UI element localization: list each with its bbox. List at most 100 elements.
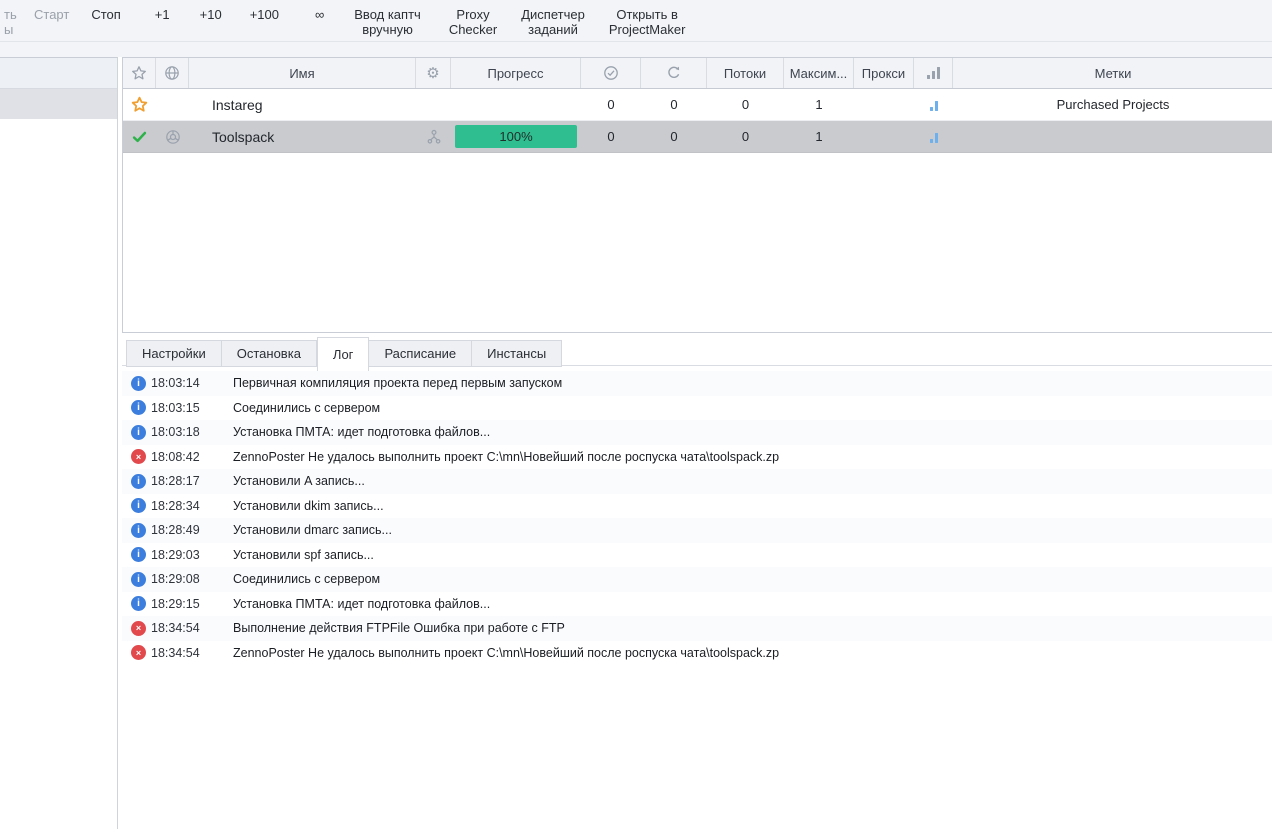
- projects-table-body: Instareg0001Purchased ProjectsToolspack1…: [123, 89, 1272, 153]
- error-icon: ×: [131, 645, 146, 660]
- column-header-progress[interactable]: Прогресс: [451, 58, 581, 88]
- cell-retries: 0: [641, 121, 707, 152]
- toolbar-start-button[interactable]: Старт: [30, 5, 73, 24]
- log-message: Установили dmarc запись...: [233, 523, 392, 537]
- check-green-icon: [131, 129, 148, 145]
- log-time: 18:34:54: [151, 621, 233, 635]
- log-time: 18:03:15: [151, 401, 233, 415]
- log-time: 18:34:54: [151, 646, 233, 660]
- log-panel: i18:03:14Первичная компиляция проекта пе…: [122, 371, 1272, 829]
- project-row-instareg[interactable]: Instareg0001Purchased Projects: [123, 89, 1272, 121]
- cell-proxy: [854, 89, 914, 120]
- log-row[interactable]: i18:28:49Установили dmarc запись...: [122, 518, 1272, 543]
- column-header-label: Прогресс: [487, 66, 543, 81]
- projects-table-header: Имя⚙ Прогресс ПотокиМаксим...Прокси Метки: [123, 58, 1272, 89]
- progress-bar: 100%: [455, 125, 577, 148]
- info-icon: i: [131, 596, 146, 611]
- log-time: 18:28:49: [151, 523, 233, 537]
- log-time: 18:03:18: [151, 425, 233, 439]
- column-header-favorite[interactable]: [123, 58, 156, 88]
- log-message: Соединились с сервером: [233, 572, 380, 586]
- log-row[interactable]: i18:03:14Первичная компиляция проекта пе…: [122, 371, 1272, 396]
- cell-threads: 0: [707, 89, 784, 120]
- log-time: 18:29:08: [151, 572, 233, 586]
- check-circle-icon: [603, 65, 619, 81]
- tab-настройки[interactable]: Настройки: [126, 340, 222, 367]
- tab-остановка[interactable]: Остановка: [222, 340, 317, 367]
- log-row[interactable]: ×18:34:54ZennoPoster Не удалось выполнит…: [122, 641, 1272, 666]
- log-message: Первичная компиляция проекта перед первы…: [233, 376, 562, 390]
- bottom-tabstrip: НастройкиОстановкаЛогРасписаниеИнстансы: [122, 335, 1272, 369]
- column-header-max[interactable]: Максим...: [784, 58, 854, 88]
- log-time: 18:08:42: [151, 450, 233, 464]
- log-message: Установка ПМТА: идет подготовка файлов..…: [233, 425, 490, 439]
- cell-labels: Purchased Projects: [953, 89, 1272, 120]
- toolbar-clipped-left-button[interactable]: тьы: [0, 5, 18, 39]
- chrome-icon: [165, 129, 181, 145]
- cell-name: Toolspack: [189, 121, 416, 152]
- log-row[interactable]: ×18:34:54Выполнение действия FTPFile Оши…: [122, 616, 1272, 641]
- column-header-proxy[interactable]: Прокси: [854, 58, 914, 88]
- toolbar-plus-100-button[interactable]: +100: [246, 5, 283, 24]
- column-header-label: Метки: [1095, 66, 1132, 81]
- cell-proxy: [854, 121, 914, 152]
- log-message: ZennoPoster Не удалось выполнить проект …: [233, 450, 779, 464]
- bar-chart-blue-icon: [930, 99, 938, 111]
- log-row[interactable]: i18:29:08Соединились с сервером: [122, 567, 1272, 592]
- group-list-panel: [0, 57, 118, 829]
- log-row[interactable]: i18:29:03Установили spf запись...: [122, 543, 1272, 568]
- tab-расписание[interactable]: Расписание: [369, 340, 472, 367]
- toolbar-plus-1-button[interactable]: +1: [151, 5, 174, 24]
- toolbar-open-in-projectmaker-button[interactable]: Открыть вProjectMaker: [605, 5, 690, 39]
- log-row[interactable]: i18:03:18Установка ПМТА: идет подготовка…: [122, 420, 1272, 445]
- log-row[interactable]: i18:28:34Установили dkim запись...: [122, 494, 1272, 519]
- cell-max: 1: [784, 89, 854, 120]
- column-header-type[interactable]: [156, 58, 189, 88]
- error-icon: ×: [131, 449, 146, 464]
- cell-favorite: [123, 89, 156, 120]
- cell-favorite: [123, 121, 156, 152]
- star-orange-icon: [131, 96, 148, 113]
- toolbar-stop-button[interactable]: Стоп: [87, 5, 124, 24]
- toolbar-plus-10-button[interactable]: +10: [196, 5, 226, 24]
- column-header-stats[interactable]: [914, 58, 953, 88]
- log-time: 18:28:34: [151, 499, 233, 513]
- tab-инстансы[interactable]: Инстансы: [472, 340, 562, 367]
- log-message: Установка ПМТА: идет подготовка файлов..…: [233, 597, 490, 611]
- column-header-name[interactable]: Имя: [189, 58, 416, 88]
- column-header-labels[interactable]: Метки: [953, 58, 1272, 88]
- column-header-threads[interactable]: Потоки: [707, 58, 784, 88]
- cell-progress: 100%: [451, 121, 581, 152]
- log-time: 18:29:03: [151, 548, 233, 562]
- cell-success: 0: [581, 121, 641, 152]
- cell-success: 0: [581, 89, 641, 120]
- cell-progress: [451, 89, 581, 120]
- toolbar-task-manager-button[interactable]: Диспетчерзаданий: [517, 5, 589, 39]
- project-row-toolspack[interactable]: Toolspack100%0001: [123, 121, 1272, 153]
- info-icon: i: [131, 376, 146, 391]
- toolbar-infinity-button[interactable]: ∞: [311, 5, 328, 24]
- column-header-settings[interactable]: ⚙: [416, 58, 451, 88]
- toolbar-manual-captcha-button[interactable]: Ввод каптчвручную: [350, 5, 425, 39]
- log-row[interactable]: i18:03:15Соединились с сервером: [122, 396, 1272, 421]
- column-header-retries[interactable]: [641, 58, 707, 88]
- main-area: Имя⚙ПрогрессПотокиМаксим...ПроксиМетки I…: [122, 57, 1272, 829]
- group-list-header[interactable]: [0, 58, 117, 89]
- log-row[interactable]: i18:29:15Установка ПМТА: идет подготовка…: [122, 592, 1272, 617]
- log-row[interactable]: × 18:08:42ZennoPoster Не удалось выполнит…: [122, 445, 1272, 470]
- log-message: Установили A запись...: [233, 474, 365, 488]
- tab-лог[interactable]: Лог: [317, 337, 370, 371]
- toolbar-buttons-row: тьы Старт Стоп +1 +10 +100 ∞ Ввод каптчвручную P…: [0, 0, 1272, 42]
- column-header-success[interactable]: [581, 58, 641, 88]
- info-icon: i: [131, 498, 146, 513]
- cell-type: [156, 89, 189, 120]
- toolbar-proxy-checker-button[interactable]: ProxyChecker: [445, 5, 501, 39]
- globe-icon: [164, 65, 180, 81]
- cell-settings: [416, 121, 451, 152]
- cell-settings: [416, 89, 451, 120]
- group-list-selected-row[interactable]: [0, 89, 117, 119]
- log-message: Выполнение действия FTPFile Ошибка при р…: [233, 621, 565, 635]
- log-row[interactable]: i18:28:17Установили A запись...: [122, 469, 1272, 494]
- projects-table: Имя⚙ПрогрессПотокиМаксим...ПроксиМетки I…: [122, 57, 1272, 333]
- bar-chart-blue-icon: [930, 131, 938, 143]
